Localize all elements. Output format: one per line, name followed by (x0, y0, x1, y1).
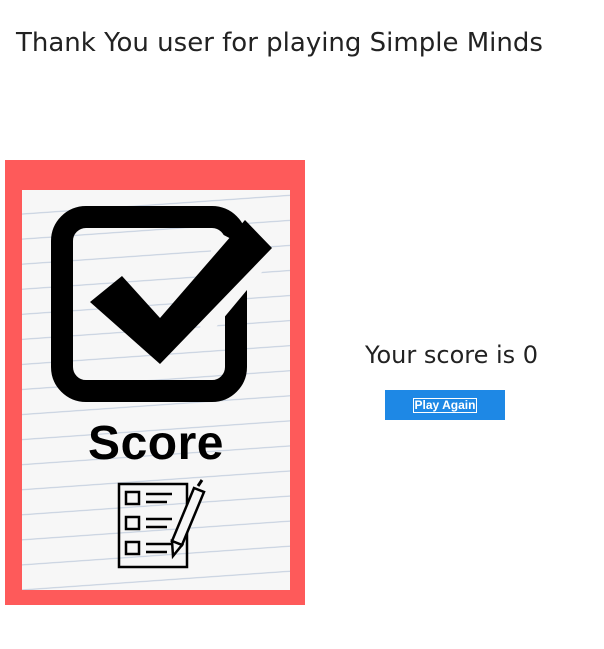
score-paper: Score (22, 190, 290, 590)
score-result: Your score is 0 (365, 341, 539, 369)
play-again-button[interactable]: Play Again (385, 390, 505, 420)
page-title: Thank You user for playing Simple Minds (16, 28, 543, 58)
score-word: Score (88, 417, 224, 470)
play-again-label: Play Again (412, 398, 478, 413)
score-image: Score (5, 160, 305, 605)
checkbox-checked-icon (51, 206, 272, 402)
